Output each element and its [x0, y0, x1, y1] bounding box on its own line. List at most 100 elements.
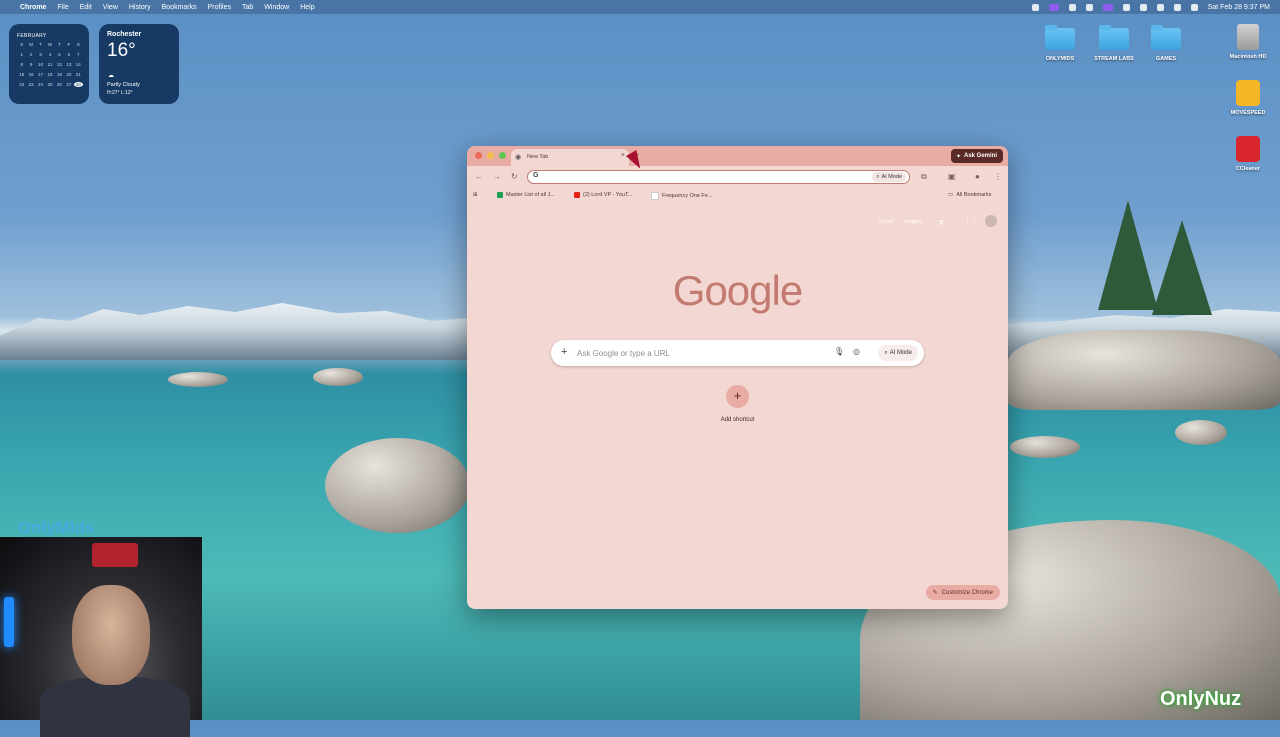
control-center-icon[interactable] — [1173, 3, 1181, 11]
airplay-icon[interactable] — [1122, 3, 1130, 11]
desktop-drive-macintosh-hd[interactable]: Macintosh HD — [1218, 24, 1278, 60]
add-shortcut-button[interactable]: + — [726, 385, 749, 408]
google-g-icon: G — [533, 172, 539, 179]
background-rock — [313, 368, 363, 386]
calendar-day: 3 — [39, 52, 42, 57]
calendar-day: 6 — [67, 52, 71, 57]
close-tab-icon[interactable]: × — [621, 152, 625, 159]
status-menu-area: Sat Feb 28 9:37 PM — [1031, 3, 1270, 11]
menu-profiles[interactable]: Profiles — [208, 4, 231, 11]
folder-icon — [1099, 25, 1129, 50]
google-lens-icon[interactable]: ◎ — [853, 347, 860, 356]
calendar-today: 28 — [73, 82, 83, 87]
ai-search-icon: ⌕ — [876, 173, 880, 180]
menu-help[interactable]: Help — [300, 4, 314, 11]
profile-icon[interactable]: ● — [975, 172, 980, 181]
webcam-person-body — [40, 677, 190, 737]
cloud-icon: ☁ — [108, 73, 114, 79]
desktop-app-movespeed[interactable]: MOVESPEED — [1218, 80, 1278, 116]
gmail-link[interactable]: Gmail — [879, 219, 893, 225]
google-icon — [651, 192, 659, 200]
more-menu-icon[interactable]: ⋮ — [994, 172, 1002, 181]
bookmark-item[interactable]: Frequency One Fe... — [651, 192, 712, 200]
weekday-label: S — [76, 42, 80, 47]
all-bookmarks-button[interactable]: ▭ All Bookmarks — [948, 192, 991, 198]
title-bar: ◉ New Tab × + ✦ Ask Gemini — [467, 146, 1008, 166]
desktop-app-ccleaner[interactable]: CCleaner — [1218, 136, 1278, 172]
customize-chrome-button[interactable]: ✎ Customize Chrome — [925, 585, 1000, 600]
calendar-day: 18 — [47, 72, 53, 77]
calendar-day: 9 — [29, 62, 33, 67]
background-rock — [168, 372, 228, 387]
google-apps-icon[interactable]: ⋮⋮ — [964, 217, 978, 225]
back-button[interactable]: ← — [475, 172, 483, 181]
menu-edit[interactable]: Edit — [80, 4, 92, 11]
search-ai-mode-button[interactable]: ⌕ AI Mode — [878, 345, 918, 361]
calendar-day: 20 — [66, 72, 72, 77]
watermark-onlynuz: OnlyNuz — [1160, 688, 1242, 710]
weather-widget[interactable]: Rochester 16° Partly Cloudy H:27° L:12° … — [99, 24, 179, 104]
ask-gemini-button[interactable]: ✦ Ask Gemini — [950, 149, 1003, 163]
desktop-icon-label: GAMES — [1155, 56, 1177, 62]
desktop-icon-label: MOVESPEED — [1230, 110, 1266, 116]
calendar-day: 22 — [19, 82, 25, 87]
clock[interactable]: Sat Feb 28 9:37 PM — [1208, 4, 1270, 11]
screen-mirror-icon[interactable] — [1102, 3, 1113, 11]
calendar-day: 26 — [56, 82, 62, 87]
images-link[interactable]: Images — [904, 219, 922, 225]
bookmark-item[interactable]: Master List of all J... — [497, 192, 555, 198]
search-box[interactable]: + Ask Google or type a URL 🎙 ◎ ⌕ AI Mode — [551, 340, 924, 366]
menu-history[interactable]: History — [129, 4, 151, 11]
weekday-label: S — [20, 42, 24, 47]
microphone-icon[interactable]: 🎙 — [834, 347, 844, 356]
sparkle-icon[interactable] — [1031, 3, 1039, 11]
screen-record-icon[interactable] — [1048, 3, 1059, 11]
extensions-icon[interactable]: ⧉ — [921, 172, 927, 182]
omnibox-ai-mode-label: AI Mode — [881, 174, 902, 180]
maximize-window-button[interactable] — [499, 152, 506, 159]
calendar-day: 14 — [75, 62, 81, 67]
webcam-neon-light — [4, 597, 14, 647]
weekday-label: F — [67, 42, 71, 47]
add-attachment-icon[interactable]: + — [561, 346, 567, 358]
calendar-day: 19 — [56, 72, 62, 77]
webcam-person-face — [72, 585, 150, 685]
weekday-label: T — [58, 42, 61, 47]
menu-app-name[interactable]: Chrome — [20, 4, 46, 11]
siri-icon[interactable] — [1190, 3, 1198, 11]
address-bar[interactable]: G ⌕ AI Mode — [527, 170, 910, 184]
menu-window[interactable]: Window — [264, 4, 289, 11]
desktop-folder-stream-labs[interactable]: STREAM LABS — [1084, 25, 1144, 62]
weekday-label: M — [29, 42, 33, 47]
link-icon[interactable] — [1068, 3, 1076, 11]
calendar-day: 12 — [56, 62, 62, 67]
calendar-day: 23 — [28, 82, 34, 87]
minimize-window-button[interactable] — [487, 152, 494, 159]
apps-grid-icon[interactable]: ⊞ — [473, 192, 478, 198]
forward-button[interactable]: → — [493, 172, 501, 181]
calendar-day: 10 — [38, 62, 44, 67]
calendar-day: 24 — [38, 82, 44, 87]
bookmark-label: Master List of all J... — [506, 192, 555, 198]
calendar-widget[interactable]: FEBRUARY S M T W T F S 1 2 3 4 5 6 7 8 9… — [9, 24, 89, 104]
close-window-button[interactable] — [475, 152, 482, 159]
search-icon[interactable] — [1156, 3, 1164, 11]
omnibox-ai-mode-button[interactable]: ⌕ AI Mode — [872, 172, 906, 182]
menu-bookmarks[interactable]: Bookmarks — [162, 4, 197, 11]
wifi-icon[interactable] — [1139, 3, 1147, 11]
side-panel-icon[interactable]: ▣ — [948, 172, 956, 181]
grid-icon[interactable] — [1085, 3, 1093, 11]
avatar[interactable] — [985, 215, 997, 227]
bookmark-item[interactable]: (2) Lord VP - YouT... — [574, 192, 632, 198]
calendar-day: 17 — [38, 72, 44, 77]
menu-view[interactable]: View — [103, 4, 118, 11]
tab-new-tab[interactable]: ◉ New Tab × — [511, 149, 629, 166]
menu-tab[interactable]: Tab — [242, 4, 253, 11]
calendar-day: 27 — [66, 82, 72, 87]
desktop-folder-games[interactable]: GAMES — [1136, 25, 1196, 62]
desktop-folder-onlymids[interactable]: ONLYMIDS — [1030, 25, 1090, 62]
labs-icon[interactable]: ⚗ — [938, 219, 944, 227]
reload-button[interactable]: ↻ — [511, 172, 518, 181]
menu-file[interactable]: File — [57, 4, 68, 11]
background-rock — [1175, 420, 1227, 445]
